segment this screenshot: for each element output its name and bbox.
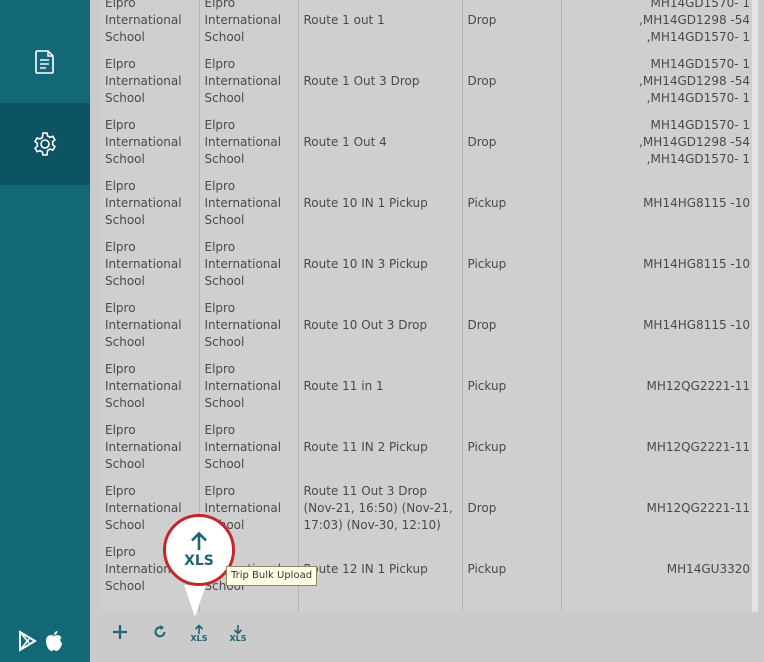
cell-route: Route 11 IN 2 Pickup — [298, 417, 463, 478]
cell-school: Elpro International School — [100, 356, 200, 417]
cell-type: Pickup — [462, 356, 562, 417]
toolbar: XLS XLS — [90, 612, 764, 662]
cell-type: Drop — [462, 478, 562, 539]
cell-branch: El — [199, 600, 299, 612]
apple-icon[interactable] — [44, 630, 64, 652]
cell-branch: Elpro International School — [199, 51, 299, 112]
cell-route: Route 1 out 1 — [298, 0, 463, 51]
cell-school: Elpro International School — [100, 173, 200, 234]
cell-type — [462, 600, 562, 612]
cell-vehicle: MH14GD1570- 1 ,MH14GD1298 -54 ,MH14GD157… — [639, 57, 750, 105]
cell-vehicle: MH14GD1570- 1 ,MH14GD1298 -54 ,MH14GD157… — [639, 0, 750, 44]
cell-branch: Elpro International School — [199, 112, 299, 173]
cell-route: Route 11 Out 3 Drop (Nov-21, 16:50) (Nov… — [298, 478, 463, 539]
download-xls-label: XLS — [229, 633, 247, 643]
cell-vehicle — [561, 600, 758, 612]
store-links — [18, 630, 64, 652]
table-row[interactable]: Elpro International SchoolElpro Internat… — [100, 356, 758, 417]
cell-school: Elpro International School — [100, 417, 200, 478]
cell-vehicle: MH12QG2221-11 — [646, 501, 750, 515]
cell-type: Pickup — [462, 539, 562, 600]
cell-vehicle: MH14HG8115 -10 — [643, 196, 750, 210]
cell-type: Drop — [462, 112, 562, 173]
cell-type: Drop — [462, 295, 562, 356]
table-row[interactable]: Elpro International SchoolElpro Internat… — [100, 112, 758, 173]
cell-branch: Elpro International School — [199, 417, 299, 478]
cell-route: Route 10 Out 3 Drop — [298, 295, 463, 356]
upload-xls-label: XLS — [190, 633, 208, 643]
table-row[interactable]: Elpro International SchoolElpro Internat… — [100, 417, 758, 478]
cell-type: Drop — [462, 0, 562, 51]
cell-type: Pickup — [462, 234, 562, 295]
cell-branch: Elpro International School — [199, 356, 299, 417]
cell-school: Elpro International School — [100, 51, 200, 112]
cell-branch: Elpro International School — [199, 295, 299, 356]
cell-school: Elpro International School — [100, 112, 200, 173]
callout-pointer — [184, 585, 206, 617]
table-row[interactable]: Elpro International SchoolElpro Internat… — [100, 295, 758, 356]
google-play-icon[interactable] — [18, 630, 38, 652]
cell-route: Route 10 IN 3 Pickup — [298, 234, 463, 295]
cell-route: Route 11 in 1 — [298, 356, 463, 417]
cell-school: Elpro International School — [100, 234, 200, 295]
table-row[interactable]: Elpro International SchoolElpro Internat… — [100, 51, 758, 112]
refresh-icon — [154, 625, 166, 638]
refresh-button[interactable] — [150, 622, 170, 642]
cell-school: Elpro International School — [100, 0, 200, 51]
cell-school: Elpro International School — [100, 295, 200, 356]
download-arrow-icon — [233, 624, 243, 635]
gear-icon — [34, 132, 56, 156]
table-row[interactable]: Elpro International SchoolElpro Internat… — [100, 234, 758, 295]
tooltip: Trip Bulk Upload — [226, 566, 318, 586]
add-button[interactable] — [110, 622, 130, 642]
upload-callout: XLS — [163, 514, 235, 586]
download-xls-button[interactable]: XLS — [228, 620, 248, 646]
upload-xls-button[interactable]: XLS — [189, 620, 209, 646]
document-icon — [35, 50, 54, 74]
nav-item-documents[interactable] — [0, 21, 90, 103]
cell-vehicle: MH12QG2221-11 — [646, 379, 750, 393]
callout-label: XLS — [184, 553, 214, 569]
cell-type: Pickup — [462, 173, 562, 234]
cell-route: Route 1 Out 4 — [298, 112, 463, 173]
cell-branch: Elpro International School — [199, 0, 299, 51]
scrollbar[interactable] — [752, 0, 758, 612]
cell-route: Route 12 IN 1 Pickup — [298, 539, 463, 600]
table-row[interactable]: Elpro International SchoolElpro Internat… — [100, 0, 758, 51]
cell-vehicle: MH14HG8115 -10 — [643, 257, 750, 271]
cell-branch: Elpro International School — [199, 234, 299, 295]
upload-arrow-icon — [194, 623, 204, 634]
plus-icon — [113, 625, 127, 639]
cell-vehicle: MH12QG2221-11 — [646, 440, 750, 454]
cell-vehicle: MH14GU3320 — [666, 562, 750, 576]
sidebar — [0, 0, 90, 662]
cell-type: Pickup — [462, 417, 562, 478]
cell-vehicle: MH14GD1570- 1 ,MH14GD1298 -54 ,MH14GD157… — [639, 118, 750, 166]
nav-item-settings[interactable] — [0, 103, 90, 185]
cell-route: Route 10 IN 1 Pickup — [298, 173, 463, 234]
cell-route: Route 1 Out 3 Drop — [298, 51, 463, 112]
cell-type: Drop — [462, 51, 562, 112]
cell-branch: Elpro International School — [199, 173, 299, 234]
cell-route — [298, 600, 463, 612]
table-row[interactable]: Elpro International SchoolElpro Internat… — [100, 173, 758, 234]
upload-arrow-icon — [191, 531, 207, 550]
cell-vehicle: MH14HG8115 -10 — [643, 318, 750, 332]
